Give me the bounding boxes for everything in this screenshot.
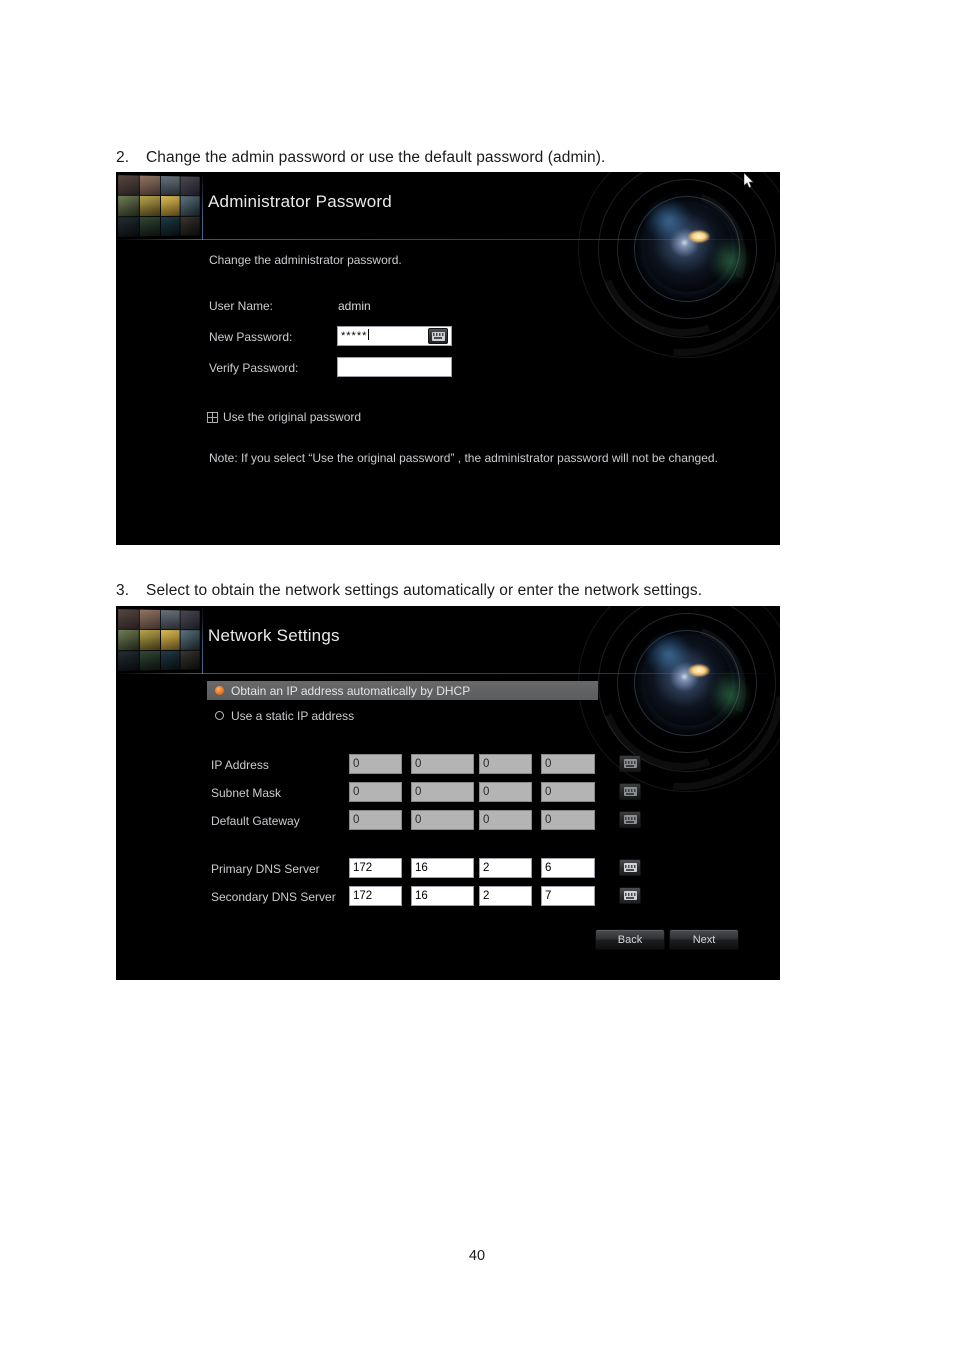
step-3-number: 3. <box>116 582 130 599</box>
default-gateway-octet-4[interactable]: 0 <box>541 810 595 830</box>
use-original-password-label: Use the original password <box>223 410 362 424</box>
dialog-header: Administrator Password <box>116 172 780 240</box>
page-title: Network Settings <box>208 626 340 645</box>
camera-thumbnails-collage <box>118 609 200 671</box>
ip-address-octet-4[interactable]: 0 <box>541 754 595 774</box>
user-name-value: admin <box>338 299 371 313</box>
subnet-mask-label: Subnet Mask <box>211 786 282 800</box>
step-2-number: 2. <box>116 149 130 166</box>
subnet-mask-octet-1[interactable]: 0 <box>349 782 402 802</box>
back-button[interactable]: Back <box>595 929 665 950</box>
ip-address-keypad-icon[interactable] <box>619 755 641 772</box>
step-3-line: 3. Select to obtain the network settings … <box>116 582 702 600</box>
header-vertical-divider <box>202 172 203 240</box>
header-horizontal-divider <box>116 239 780 240</box>
secondary-dns-label: Secondary DNS Server <box>211 890 336 904</box>
primary-dns-keypad-icon[interactable] <box>619 859 641 876</box>
default-gateway-label: Default Gateway <box>211 814 300 828</box>
new-password-label: New Password: <box>209 330 293 344</box>
next-button[interactable]: Next <box>669 929 739 950</box>
subnet-mask-keypad-icon[interactable] <box>619 783 641 800</box>
step-2-line: 2. Change the admin password or use the d… <box>116 149 605 167</box>
radio-unselected-icon <box>215 711 224 720</box>
radio-static-ip[interactable]: Use a static IP address <box>207 706 354 725</box>
subnet-mask-octet-2[interactable]: 0 <box>411 782 474 802</box>
primary-dns-octet-1[interactable]: 172 <box>349 858 402 878</box>
radio-selected-icon <box>215 686 224 695</box>
ip-address-label: IP Address <box>211 758 269 772</box>
dialog-header: Network Settings <box>116 606 780 674</box>
radio-dhcp-label: Obtain an IP address automatically by DH… <box>231 683 471 698</box>
header-horizontal-divider <box>116 673 780 674</box>
dialog-description: Change the administrator password. <box>209 253 402 267</box>
primary-dns-label: Primary DNS Server <box>211 862 320 876</box>
use-original-password-checkbox[interactable]: Use the original password <box>207 410 361 424</box>
new-password-value: ***** <box>341 330 368 342</box>
user-name-label: User Name: <box>209 299 274 313</box>
subnet-mask-octet-4[interactable]: 0 <box>541 782 595 802</box>
secondary-dns-octet-4[interactable]: 7 <box>541 886 595 906</box>
default-gateway-keypad-icon[interactable] <box>619 811 641 828</box>
step-3-text: Select to obtain the network settings au… <box>146 582 703 599</box>
camera-thumbnails-collage <box>118 175 200 237</box>
radio-dhcp[interactable]: Obtain an IP address automatically by DH… <box>207 681 598 700</box>
subnet-mask-octet-3[interactable]: 0 <box>479 782 532 802</box>
secondary-dns-keypad-icon[interactable] <box>619 887 641 904</box>
verify-password-input[interactable] <box>337 357 452 377</box>
secondary-dns-octet-3[interactable]: 2 <box>479 886 532 906</box>
checkbox-icon <box>207 411 218 423</box>
primary-dns-octet-4[interactable]: 6 <box>541 858 595 878</box>
new-password-keypad-icon[interactable] <box>428 328 448 344</box>
page-number: 40 <box>468 1248 486 1264</box>
primary-dns-octet-2[interactable]: 16 <box>411 858 474 878</box>
header-vertical-divider <box>202 606 203 674</box>
secondary-dns-octet-1[interactable]: 172 <box>349 886 402 906</box>
ip-address-octet-2[interactable]: 0 <box>411 754 474 774</box>
default-gateway-octet-1[interactable]: 0 <box>349 810 402 830</box>
step-2-text: Change the admin password or use the def… <box>146 149 606 166</box>
note-text: Note: If you select “Use the original pa… <box>209 451 718 465</box>
primary-dns-octet-3[interactable]: 2 <box>479 858 532 878</box>
verify-password-label: Verify Password: <box>209 361 299 375</box>
administrator-password-dialog: Administrator Password Change the admini… <box>116 172 780 545</box>
network-settings-dialog: Network Settings Obtain an IP address au… <box>116 606 780 980</box>
page-title: Administrator Password <box>208 192 392 211</box>
ip-address-octet-1[interactable]: 0 <box>349 754 402 774</box>
ip-address-octet-3[interactable]: 0 <box>479 754 532 774</box>
default-gateway-octet-3[interactable]: 0 <box>479 810 532 830</box>
default-gateway-octet-2[interactable]: 0 <box>411 810 474 830</box>
secondary-dns-octet-2[interactable]: 16 <box>411 886 474 906</box>
radio-static-ip-label: Use a static IP address <box>231 708 355 723</box>
